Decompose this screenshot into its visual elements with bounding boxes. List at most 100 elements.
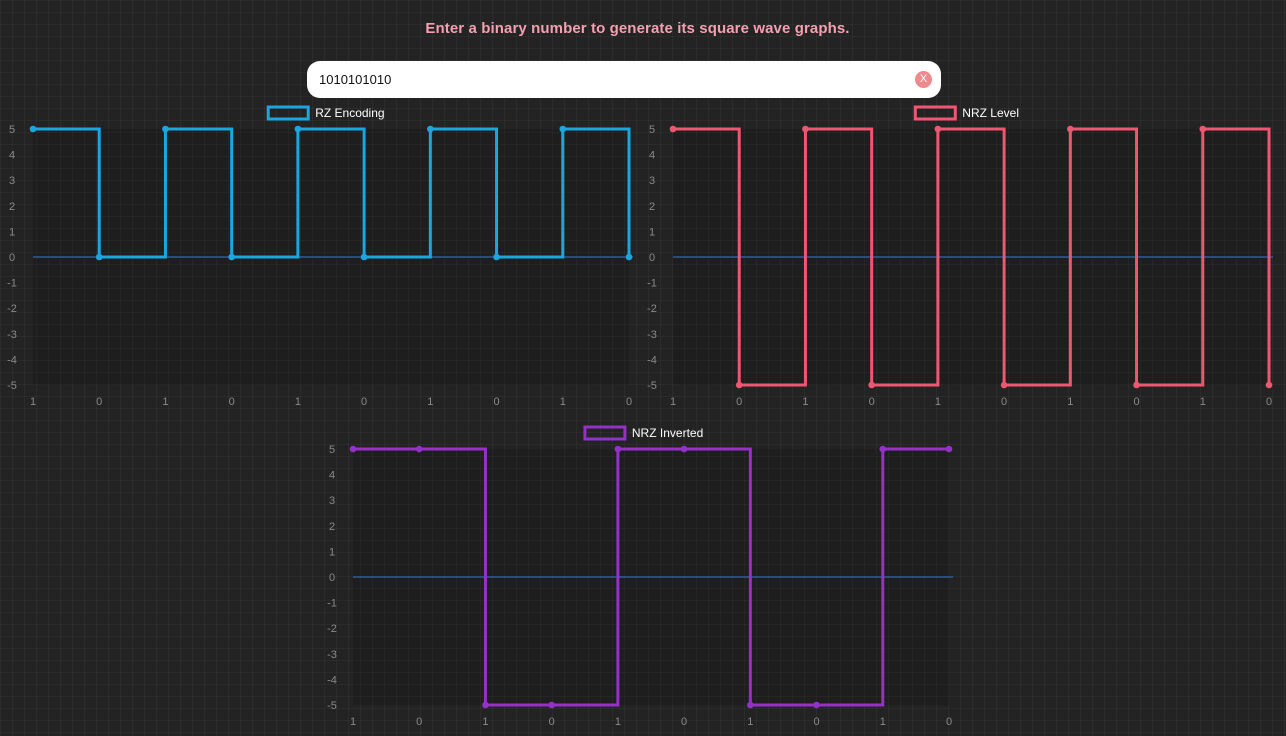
- chart1-legend-swatch[interactable]: [913, 105, 957, 121]
- chart2-ytick-label: -1: [327, 598, 337, 610]
- chart1-ytick-label: 2: [649, 201, 655, 213]
- chart0-ytick-label: -4: [7, 354, 17, 366]
- chart2-ytick-label: 2: [329, 521, 335, 533]
- chart1-ytick-label: 1: [649, 226, 655, 238]
- chart2-xtick-label: 1: [615, 716, 621, 728]
- chart2-xtick-label: 0: [946, 716, 952, 728]
- chart2-ytick-label: -5: [327, 700, 337, 712]
- chart0-data-point[interactable]: [559, 125, 567, 133]
- chart0-ytick-label: -2: [7, 303, 17, 315]
- chart1-ytick-label: 5: [649, 124, 655, 136]
- chart0-xtick-label: 0: [626, 396, 632, 408]
- chart0-data-point[interactable]: [228, 253, 235, 261]
- chart2-data-point[interactable]: [813, 701, 820, 709]
- chart2-ytick-label: 5: [329, 444, 335, 456]
- chart1-data-point[interactable]: [1133, 381, 1140, 389]
- chart0-xtick-label: 0: [361, 396, 367, 408]
- chart0-data-point[interactable]: [625, 253, 633, 261]
- chart1-ytick-label: 3: [649, 175, 655, 187]
- chart1-data-point[interactable]: [868, 381, 875, 389]
- chart1-data-point[interactable]: [735, 381, 743, 389]
- chart0-data-point[interactable]: [427, 125, 434, 133]
- chart1-xtick-label: 0: [1266, 396, 1272, 408]
- chart0-xtick-label: 1: [427, 396, 433, 408]
- binary-input[interactable]: [319, 61, 909, 98]
- chart2-ytick-label: -3: [327, 649, 337, 661]
- chart0-xtick-label: 0: [493, 396, 499, 408]
- chart0-data-point[interactable]: [493, 253, 500, 261]
- chart1-ytick-label: -2: [647, 303, 657, 315]
- chart2-data-point[interactable]: [879, 445, 887, 453]
- chart1-xtick-label: 1: [935, 396, 941, 408]
- chart1-data-point[interactable]: [1265, 381, 1273, 389]
- chart1-data-point[interactable]: [669, 125, 677, 133]
- chart2-xtick-label: 1: [880, 716, 886, 728]
- chart2-ytick-label: 3: [329, 495, 335, 507]
- chart2-xtick-label: 0: [416, 716, 422, 728]
- chart0-data-point[interactable]: [29, 125, 37, 133]
- chart0-data-point[interactable]: [162, 125, 169, 133]
- page-prompt: Enter a binary number to generate its sq…: [425, 20, 850, 37]
- chart1-data-point[interactable]: [1199, 125, 1207, 133]
- chart1-ytick-label: 0: [649, 252, 655, 264]
- chart1-data-point[interactable]: [802, 125, 809, 133]
- chart2-xtick-label: 0: [549, 716, 555, 728]
- chart1-xtick-label: 0: [736, 396, 742, 408]
- chart2-xtick-label: 1: [350, 716, 356, 728]
- nrz-inverted-chart: 5 4 3 2 1 0 -1 -2 -3 -4 -5 1 0 1 0 1 0 1 0 1 0 NRZ Inverted: [327, 425, 953, 728]
- chart0-legend-swatch[interactable]: [266, 105, 310, 121]
- chart1-data-point[interactable]: [934, 125, 942, 133]
- chart2-ytick-label: 4: [329, 470, 335, 482]
- chart0-xtick-label: 1: [30, 396, 36, 408]
- chart1-data-point[interactable]: [1000, 381, 1008, 389]
- nrz-level-chart: 5 4 3 2 1 0 -1 -2 -3 -4 -5 1 0 1 0 1 0 1 0 1 0 NRZ Level: [647, 105, 1273, 408]
- chart1-xtick-label: 1: [802, 396, 808, 408]
- chart0-ytick-label: 2: [9, 201, 15, 213]
- chart1-xtick-label: 0: [1133, 396, 1139, 408]
- chart1-data-point[interactable]: [1067, 125, 1074, 133]
- chart2-data-point[interactable]: [945, 445, 953, 453]
- chart2-ytick-label: 1: [329, 546, 335, 558]
- chart2-xtick-label: 0: [681, 716, 687, 728]
- rz-encoding-chart: 5 4 3 2 1 0 -1 -2 -3 -4 -5 1 0 1 0 1 0 1 0 1 0 RZ Encoding: [7, 105, 633, 408]
- chart1-ytick-label: -5: [647, 380, 657, 392]
- chart0-xtick-label: 0: [229, 396, 235, 408]
- chart2-legend-label[interactable]: NRZ Inverted: [632, 426, 703, 440]
- chart0-ytick-label: -5: [7, 380, 17, 392]
- chart0-ytick-label: 5: [9, 124, 15, 136]
- chart1-legend-label[interactable]: NRZ Level: [962, 106, 1019, 120]
- clear-input-button[interactable]: X: [915, 71, 932, 88]
- chart0-data-point[interactable]: [360, 253, 368, 261]
- chart0-ytick-label: 3: [9, 175, 15, 187]
- chart2-data-point[interactable]: [614, 445, 622, 453]
- chart0-ytick-label: 4: [9, 150, 15, 162]
- chart0-ytick-label: 1: [9, 226, 15, 238]
- chart2-data-point[interactable]: [349, 445, 357, 453]
- chart1-xtick-label: 0: [869, 396, 875, 408]
- chart2-xtick-label: 1: [482, 716, 488, 728]
- chart1-ytick-label: -1: [647, 278, 657, 290]
- chart1-ytick-label: -4: [647, 354, 657, 366]
- chart0-xtick-label: 0: [96, 396, 102, 408]
- chart1-xtick-label: 1: [670, 396, 676, 408]
- chart2-ytick-label: -2: [327, 623, 337, 635]
- chart2-data-point[interactable]: [680, 445, 688, 453]
- chart2-data-point[interactable]: [482, 701, 489, 709]
- chart2-xtick-label: 1: [747, 716, 753, 728]
- binary-input-container: X: [307, 61, 941, 98]
- chart1-ytick-label: -3: [647, 329, 657, 341]
- chart0-data-point[interactable]: [95, 253, 103, 261]
- chart2-data-point[interactable]: [747, 701, 754, 709]
- chart2-data-point[interactable]: [415, 445, 423, 453]
- chart0-ytick-label: 0: [9, 252, 15, 264]
- chart2-xtick-label: 0: [813, 716, 819, 728]
- chart1-ytick-label: 4: [649, 150, 655, 162]
- chart2-ytick-label: -4: [327, 674, 337, 686]
- chart2-ytick-label: 0: [329, 572, 335, 584]
- chart1-xtick-label: 0: [1001, 396, 1007, 408]
- chart2-data-point[interactable]: [548, 701, 555, 709]
- chart2-legend-swatch[interactable]: [583, 425, 627, 441]
- chart0-legend-label[interactable]: RZ Encoding: [315, 106, 384, 120]
- chart0-data-point[interactable]: [294, 125, 302, 133]
- chart0-xtick-label: 1: [295, 396, 301, 408]
